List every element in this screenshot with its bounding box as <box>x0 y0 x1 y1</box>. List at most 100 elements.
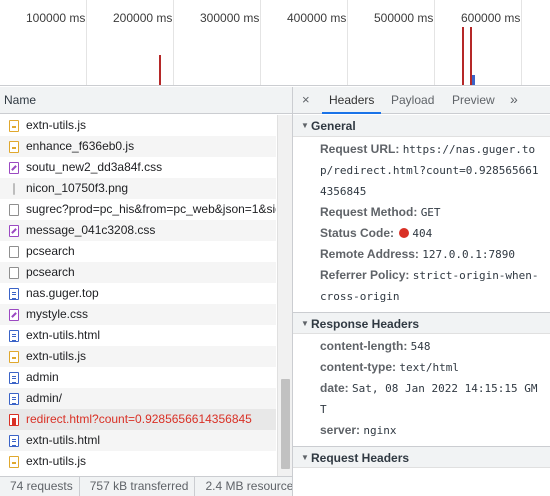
request-name: extn-utils.js <box>26 349 87 363</box>
generic-file-icon <box>9 267 19 279</box>
request-method-value: GET <box>420 206 441 219</box>
name-column-header[interactable]: Name <box>0 87 292 114</box>
script-file-icon <box>9 456 19 468</box>
header-value: 548 <box>410 340 431 353</box>
request-row[interactable]: admin/ <box>0 388 276 409</box>
timeline-tick-label: 400000 ms <box>287 11 347 25</box>
request-row[interactable]: nas.guger.top <box>0 283 276 304</box>
document-file-icon <box>9 330 19 342</box>
section-response-headers-header[interactable]: ▼ Response Headers <box>293 312 550 334</box>
request-row[interactable]: sugrec?prod=pc_his&from=pc_web&json=1&si… <box>0 199 276 220</box>
timeline-overview[interactable]: 100000 ms 200000 ms 300000 ms 400000 ms … <box>0 0 550 86</box>
image-file-icon <box>13 183 15 195</box>
request-row[interactable]: extn-utils.js <box>0 451 276 472</box>
request-name: sugrec?prod=pc_his&from=pc_web&json=1&si… <box>26 202 276 216</box>
section-general-header[interactable]: ▼ General <box>293 115 550 137</box>
header-key: content-length: <box>320 339 408 353</box>
timeline-tick-label: 600000 ms <box>461 11 521 25</box>
remote-address-label: Remote Address: <box>320 247 419 261</box>
timeline-tick-label: 100000 ms <box>26 11 86 25</box>
request-name: admin/ <box>26 391 63 405</box>
header-key: date: <box>320 381 349 395</box>
general-section: Request URL: https://nas.guger.top/redir… <box>293 137 550 307</box>
request-name: admin <box>26 370 59 384</box>
request-row[interactable]: extn-utils.html <box>0 325 276 346</box>
request-name: redirect.html?count=0.9285656614356845 <box>26 412 252 426</box>
transferred-size: 757 kB transferred <box>80 477 196 496</box>
request-row[interactable]: message_041c3208.css <box>0 220 276 241</box>
header-value: text/html <box>399 361 459 374</box>
request-method-row: Request Method: GET <box>293 202 550 223</box>
timeline-gridline <box>86 0 87 85</box>
document-file-icon <box>9 288 19 300</box>
request-count: 74 requests <box>0 477 80 496</box>
remote-address-row: Remote Address: 127.0.0.1:7890 <box>293 244 550 265</box>
generic-file-icon <box>9 246 19 258</box>
timeline-request-marker <box>462 27 464 85</box>
tab-headers[interactable]: Headers <box>322 87 382 114</box>
collapse-triangle-icon: ▼ <box>301 319 309 328</box>
request-name: extn-utils.js <box>26 454 87 468</box>
tab-preview[interactable]: Preview <box>452 87 495 114</box>
request-row[interactable]: extn-utils.js <box>0 115 276 136</box>
request-row[interactable]: soutu_new2_dd3a84f.css <box>0 157 276 178</box>
section-title: Response Headers <box>311 317 420 331</box>
request-list-scrollbar[interactable] <box>277 115 292 476</box>
header-row: date: Sat, 08 Jan 2022 14:15:15 GMT <box>293 378 550 420</box>
collapse-triangle-icon: ▼ <box>301 453 309 462</box>
referrer-policy-label: Referrer Policy: <box>320 268 410 282</box>
timeline-gridline <box>434 0 435 85</box>
document-file-icon <box>9 393 19 405</box>
request-name: message_041c3208.css <box>26 223 156 237</box>
header-value: Sat, 08 Jan 2022 14:15:15 GMT <box>320 382 538 416</box>
more-tabs-chevron-icon[interactable]: » <box>510 91 518 107</box>
close-icon[interactable]: × <box>302 92 310 107</box>
request-row[interactable]: mystyle.css <box>0 304 276 325</box>
header-value: nginx <box>363 424 397 437</box>
status-code-value: 404 <box>412 227 433 240</box>
request-name: pcsearch <box>26 244 75 258</box>
request-list-panel: Name extn-utils.js enhance_f636eb0.js so… <box>0 87 292 476</box>
request-name: soutu_new2_dd3a84f.css <box>26 160 163 174</box>
request-name: nas.guger.top <box>26 286 99 300</box>
request-url-row: Request URL: https://nas.guger.top/redir… <box>293 139 550 202</box>
request-row[interactable]: pcsearch <box>0 262 276 283</box>
timeline-request-marker <box>159 55 161 85</box>
request-name: nicon_10750f3.png <box>26 181 129 195</box>
request-name: enhance_f636eb0.js <box>26 139 135 153</box>
timeline-tick-label: 300000 ms <box>200 11 260 25</box>
request-row[interactable]: extn-utils.html <box>0 430 276 451</box>
collapse-triangle-icon: ▼ <box>301 121 309 130</box>
document-file-icon <box>9 372 19 384</box>
request-list: extn-utils.js enhance_f636eb0.js soutu_n… <box>0 115 276 476</box>
request-name: pcsearch <box>26 265 75 279</box>
request-row[interactable]: nicon_10750f3.png <box>0 178 276 199</box>
header-key: server: <box>320 423 361 437</box>
resources-size: 2.4 MB resources <box>195 477 292 496</box>
request-url-label: Request URL: <box>320 142 400 156</box>
request-details-panel: × Headers Payload Preview » ▼ General Req… <box>293 87 550 496</box>
request-name: mystyle.css <box>26 307 89 321</box>
request-row[interactable]: admin <box>0 367 276 388</box>
timeline-gridline <box>260 0 261 85</box>
request-row[interactable]: pcsearch <box>0 241 276 262</box>
script-file-icon <box>9 141 19 153</box>
header-key: content-type: <box>320 360 396 374</box>
header-row: content-length: 548 <box>293 336 550 357</box>
request-row[interactable]: extn-utils.js <box>0 346 276 367</box>
headers-content: ▼ General Request URL: https://nas.guger.… <box>293 115 550 468</box>
section-request-headers-header[interactable]: ▼ Request Headers <box>293 446 550 468</box>
section-title: General <box>311 119 356 133</box>
timeline-gridline <box>521 0 522 85</box>
request-row-selected[interactable]: redirect.html?count=0.9285656614356845 <box>0 409 276 430</box>
request-name: extn-utils.html <box>26 433 101 447</box>
header-row: content-type: text/html <box>293 357 550 378</box>
network-status-bar: 74 requests 757 kB transferred 2.4 MB reso… <box>0 476 292 496</box>
request-method-label: Request Method: <box>320 205 418 219</box>
status-code-label: Status Code: <box>320 226 395 240</box>
scrollbar-thumb[interactable] <box>281 379 290 469</box>
stylesheet-file-icon <box>9 162 19 174</box>
tab-payload[interactable]: Payload <box>391 87 434 114</box>
referrer-policy-row: Referrer Policy: strict-origin-when-cros… <box>293 265 550 307</box>
request-row[interactable]: enhance_f636eb0.js <box>0 136 276 157</box>
